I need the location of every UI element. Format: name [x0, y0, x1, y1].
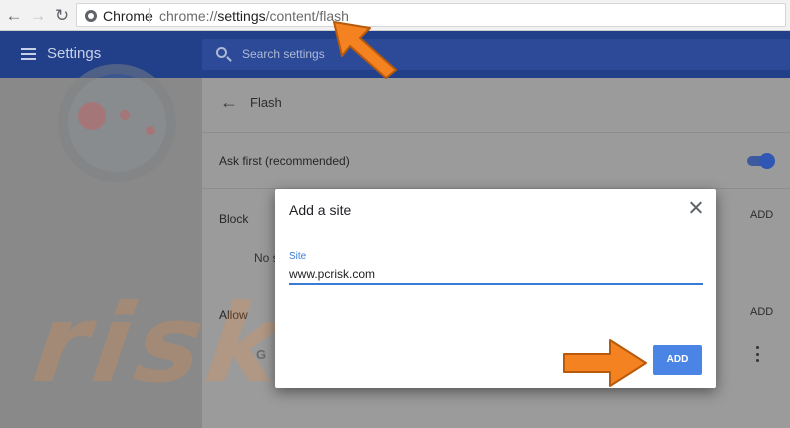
page-title: Flash — [250, 95, 282, 110]
site-field-label: Site — [289, 251, 307, 262]
logo-dot-icon — [120, 110, 130, 120]
reload-icon[interactable]: ↻ — [52, 5, 72, 25]
close-icon[interactable] — [688, 200, 704, 216]
allow-add-button[interactable]: ADD — [750, 306, 773, 318]
header-title: Settings — [47, 45, 102, 62]
search-input[interactable]: Search settings — [202, 39, 790, 70]
more-options-icon[interactable] — [750, 346, 764, 362]
divider — [202, 132, 790, 133]
logo-dot-icon — [78, 102, 106, 130]
search-placeholder: Search settings — [242, 47, 325, 61]
ask-first-label: Ask first (recommended) — [219, 154, 350, 168]
toggle-knob — [759, 153, 775, 169]
chrome-icon — [85, 10, 97, 22]
url-path: settings — [217, 8, 266, 24]
site-input[interactable] — [289, 265, 703, 285]
site-chip: Chrome — [103, 8, 153, 24]
back-icon[interactable]: ← — [4, 5, 24, 25]
back-arrow-icon[interactable]: ← — [220, 93, 238, 111]
address-divider — [149, 8, 150, 23]
url-prefix: chrome:// — [159, 8, 218, 24]
address-bar[interactable]: Chrome chrome://settings/content/flash — [76, 3, 786, 27]
annotation-arrow-icon — [333, 21, 397, 79]
block-label: Block — [219, 212, 249, 226]
logo-watermark-icon — [58, 64, 176, 182]
annotation-arrow-icon — [563, 339, 647, 387]
url-text[interactable]: chrome://settings/content/flash — [159, 8, 349, 24]
add-button[interactable]: ADD — [653, 345, 702, 375]
logo-dot-icon — [146, 126, 155, 135]
menu-icon[interactable] — [21, 48, 36, 60]
dialog-title: Add a site — [289, 202, 352, 218]
search-icon — [216, 47, 227, 58]
forward-icon[interactable]: → — [28, 5, 48, 25]
block-add-button[interactable]: ADD — [750, 209, 773, 221]
ask-first-toggle[interactable] — [747, 153, 775, 169]
